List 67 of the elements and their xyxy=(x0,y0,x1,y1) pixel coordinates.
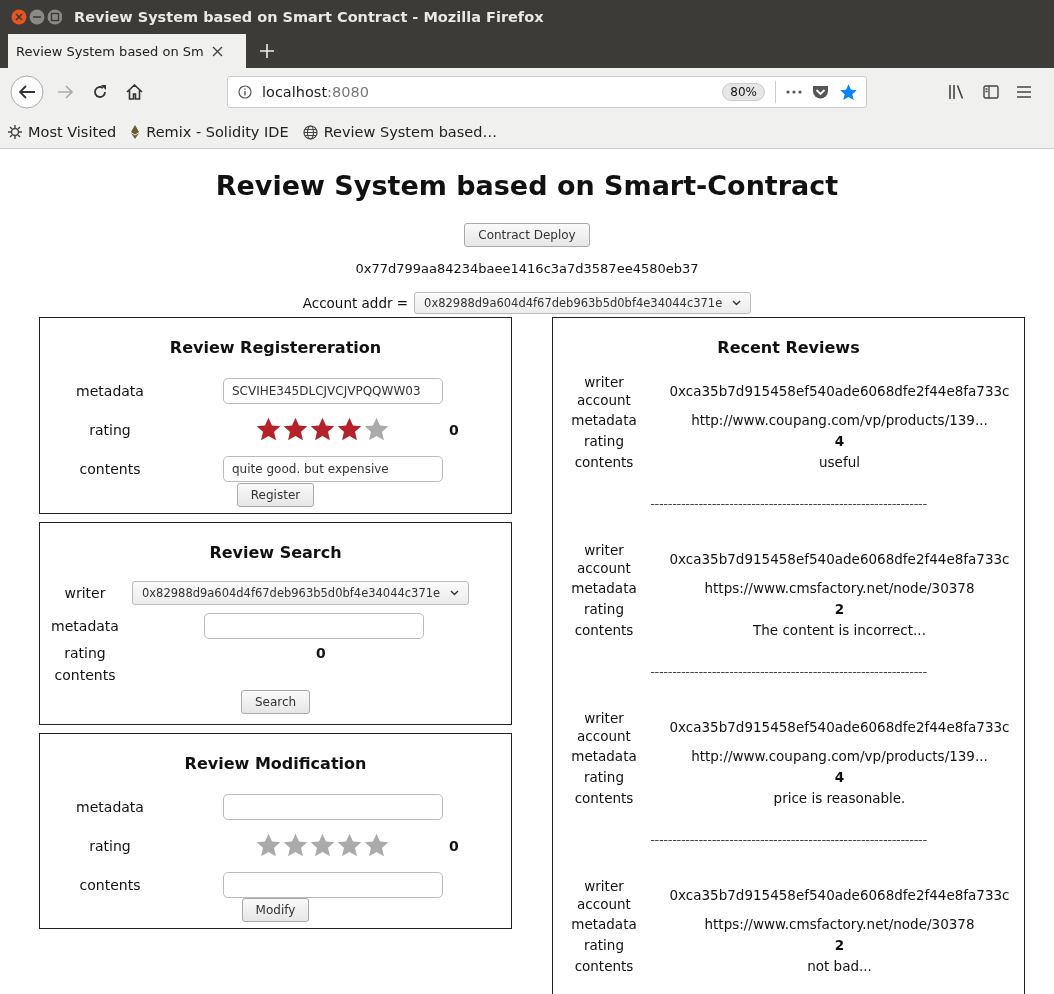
metadata-value: http://www.coupang.com/vp/products/139... xyxy=(690,411,989,428)
page-heading: Review System based on Smart-Contract xyxy=(214,170,840,201)
browser-tab[interactable]: Review System based on Sm xyxy=(8,34,246,68)
search-button[interactable]: Search xyxy=(240,690,311,714)
field-label: rating xyxy=(88,837,132,854)
metadata-field[interactable]: SCVIHE345DLCJVCJVPQQWW03 xyxy=(223,377,443,404)
field-label: metadata xyxy=(570,578,638,597)
panel-title: Review Registereration xyxy=(168,338,383,357)
contents-field[interactable]: quite good. but expensive xyxy=(223,455,443,482)
writer-address: 0xca35b7d915458ef540ade6068dfe2f44e8fa733c xyxy=(668,383,1011,399)
account-select[interactable]: 0x82988d9a604d4f67deb963b5d0bf4e34044c371e xyxy=(414,292,752,314)
panel-title: Review Modification xyxy=(183,754,368,773)
field-label: rating xyxy=(583,431,625,450)
field-label: contents xyxy=(78,460,142,477)
rating-value: 0 xyxy=(316,645,326,661)
contract-address: 0x77d799aa84234baee1416c3a7d3587ee4580eb37 xyxy=(355,261,699,276)
metadata-value: https://www.cmsfactory.net/node/30378 xyxy=(703,579,976,596)
field-label: contents xyxy=(573,452,635,471)
bookmark-link[interactable]: Remix - Solidity IDE xyxy=(146,124,289,140)
writer-address: 0xca35b7d915458ef540ade6068dfe2f44e8fa733c xyxy=(668,551,1011,567)
field-label: rating xyxy=(88,421,132,438)
contents-value: The content is incorrect... xyxy=(752,621,927,638)
bookmark-link[interactable]: Most Visited xyxy=(28,124,117,140)
writer-address: 0xca35b7d915458ef540ade6068dfe2f44e8fa733c xyxy=(668,719,1011,735)
deploy-button[interactable]: Contract Deploy xyxy=(464,223,590,247)
contents-value: not bad... xyxy=(806,957,873,974)
field-label: writer xyxy=(63,584,107,601)
bookmark-link[interactable]: Review System based… xyxy=(323,124,497,140)
zoom-badge[interactable]: 80% xyxy=(722,83,765,101)
panel-title: Review Search xyxy=(208,543,343,562)
writer-address: 0xca35b7d915458ef540ade6068dfe2f44e8fa733c xyxy=(668,887,1011,903)
rating-value: 0 xyxy=(449,421,459,438)
field-label: metadata xyxy=(50,617,120,634)
field-label: metadata xyxy=(75,798,145,815)
field-label: metadata xyxy=(75,382,145,399)
register-button[interactable]: Register xyxy=(236,483,315,507)
metadata-value: http://www.coupang.com/vp/products/139... xyxy=(690,747,989,764)
field-label: metadata xyxy=(570,410,638,429)
url-text: localhost:8080 xyxy=(262,84,370,100)
field-label: contents xyxy=(53,667,117,683)
panel-title: Recent Reviews xyxy=(716,338,861,357)
rating-value: 4 xyxy=(833,432,846,449)
field-label: contents xyxy=(573,788,635,807)
contents-value: useful xyxy=(818,453,861,470)
field-label: metadata xyxy=(570,746,638,765)
field-label: rating xyxy=(583,767,625,786)
window-title: Review System based on Smart Contract - Mozilla Firefox xyxy=(74,9,544,25)
separator-text: --------------------------------------------------------------- xyxy=(650,496,927,511)
field-label: rating xyxy=(63,645,107,661)
field-label: contents xyxy=(78,876,142,893)
field-label: contents xyxy=(573,956,635,975)
separator-text: --------------------------------------------------------------- xyxy=(650,832,927,847)
rating-value: 2 xyxy=(833,600,846,617)
rating-value: 0 xyxy=(449,837,459,854)
writer-select[interactable]: 0x82988d9a604d4f67deb963b5d0bf4e34044c371e xyxy=(132,580,470,605)
separator-text: --------------------------------------------------------------- xyxy=(650,664,927,679)
metadata-value: https://www.cmsfactory.net/node/30378 xyxy=(703,915,976,932)
field-label: metadata xyxy=(570,914,638,933)
account-label: Account addr = xyxy=(302,295,409,311)
field-label: rating xyxy=(583,599,625,618)
rating-value: 2 xyxy=(833,936,846,953)
modify-button[interactable]: Modify xyxy=(241,898,310,922)
rating-value: 4 xyxy=(833,768,846,785)
field-label: rating xyxy=(583,935,625,954)
contents-value: price is reasonable. xyxy=(772,789,907,806)
field-label: contents xyxy=(573,620,635,639)
address-bar[interactable]: localhost:8080 80% xyxy=(227,76,867,108)
